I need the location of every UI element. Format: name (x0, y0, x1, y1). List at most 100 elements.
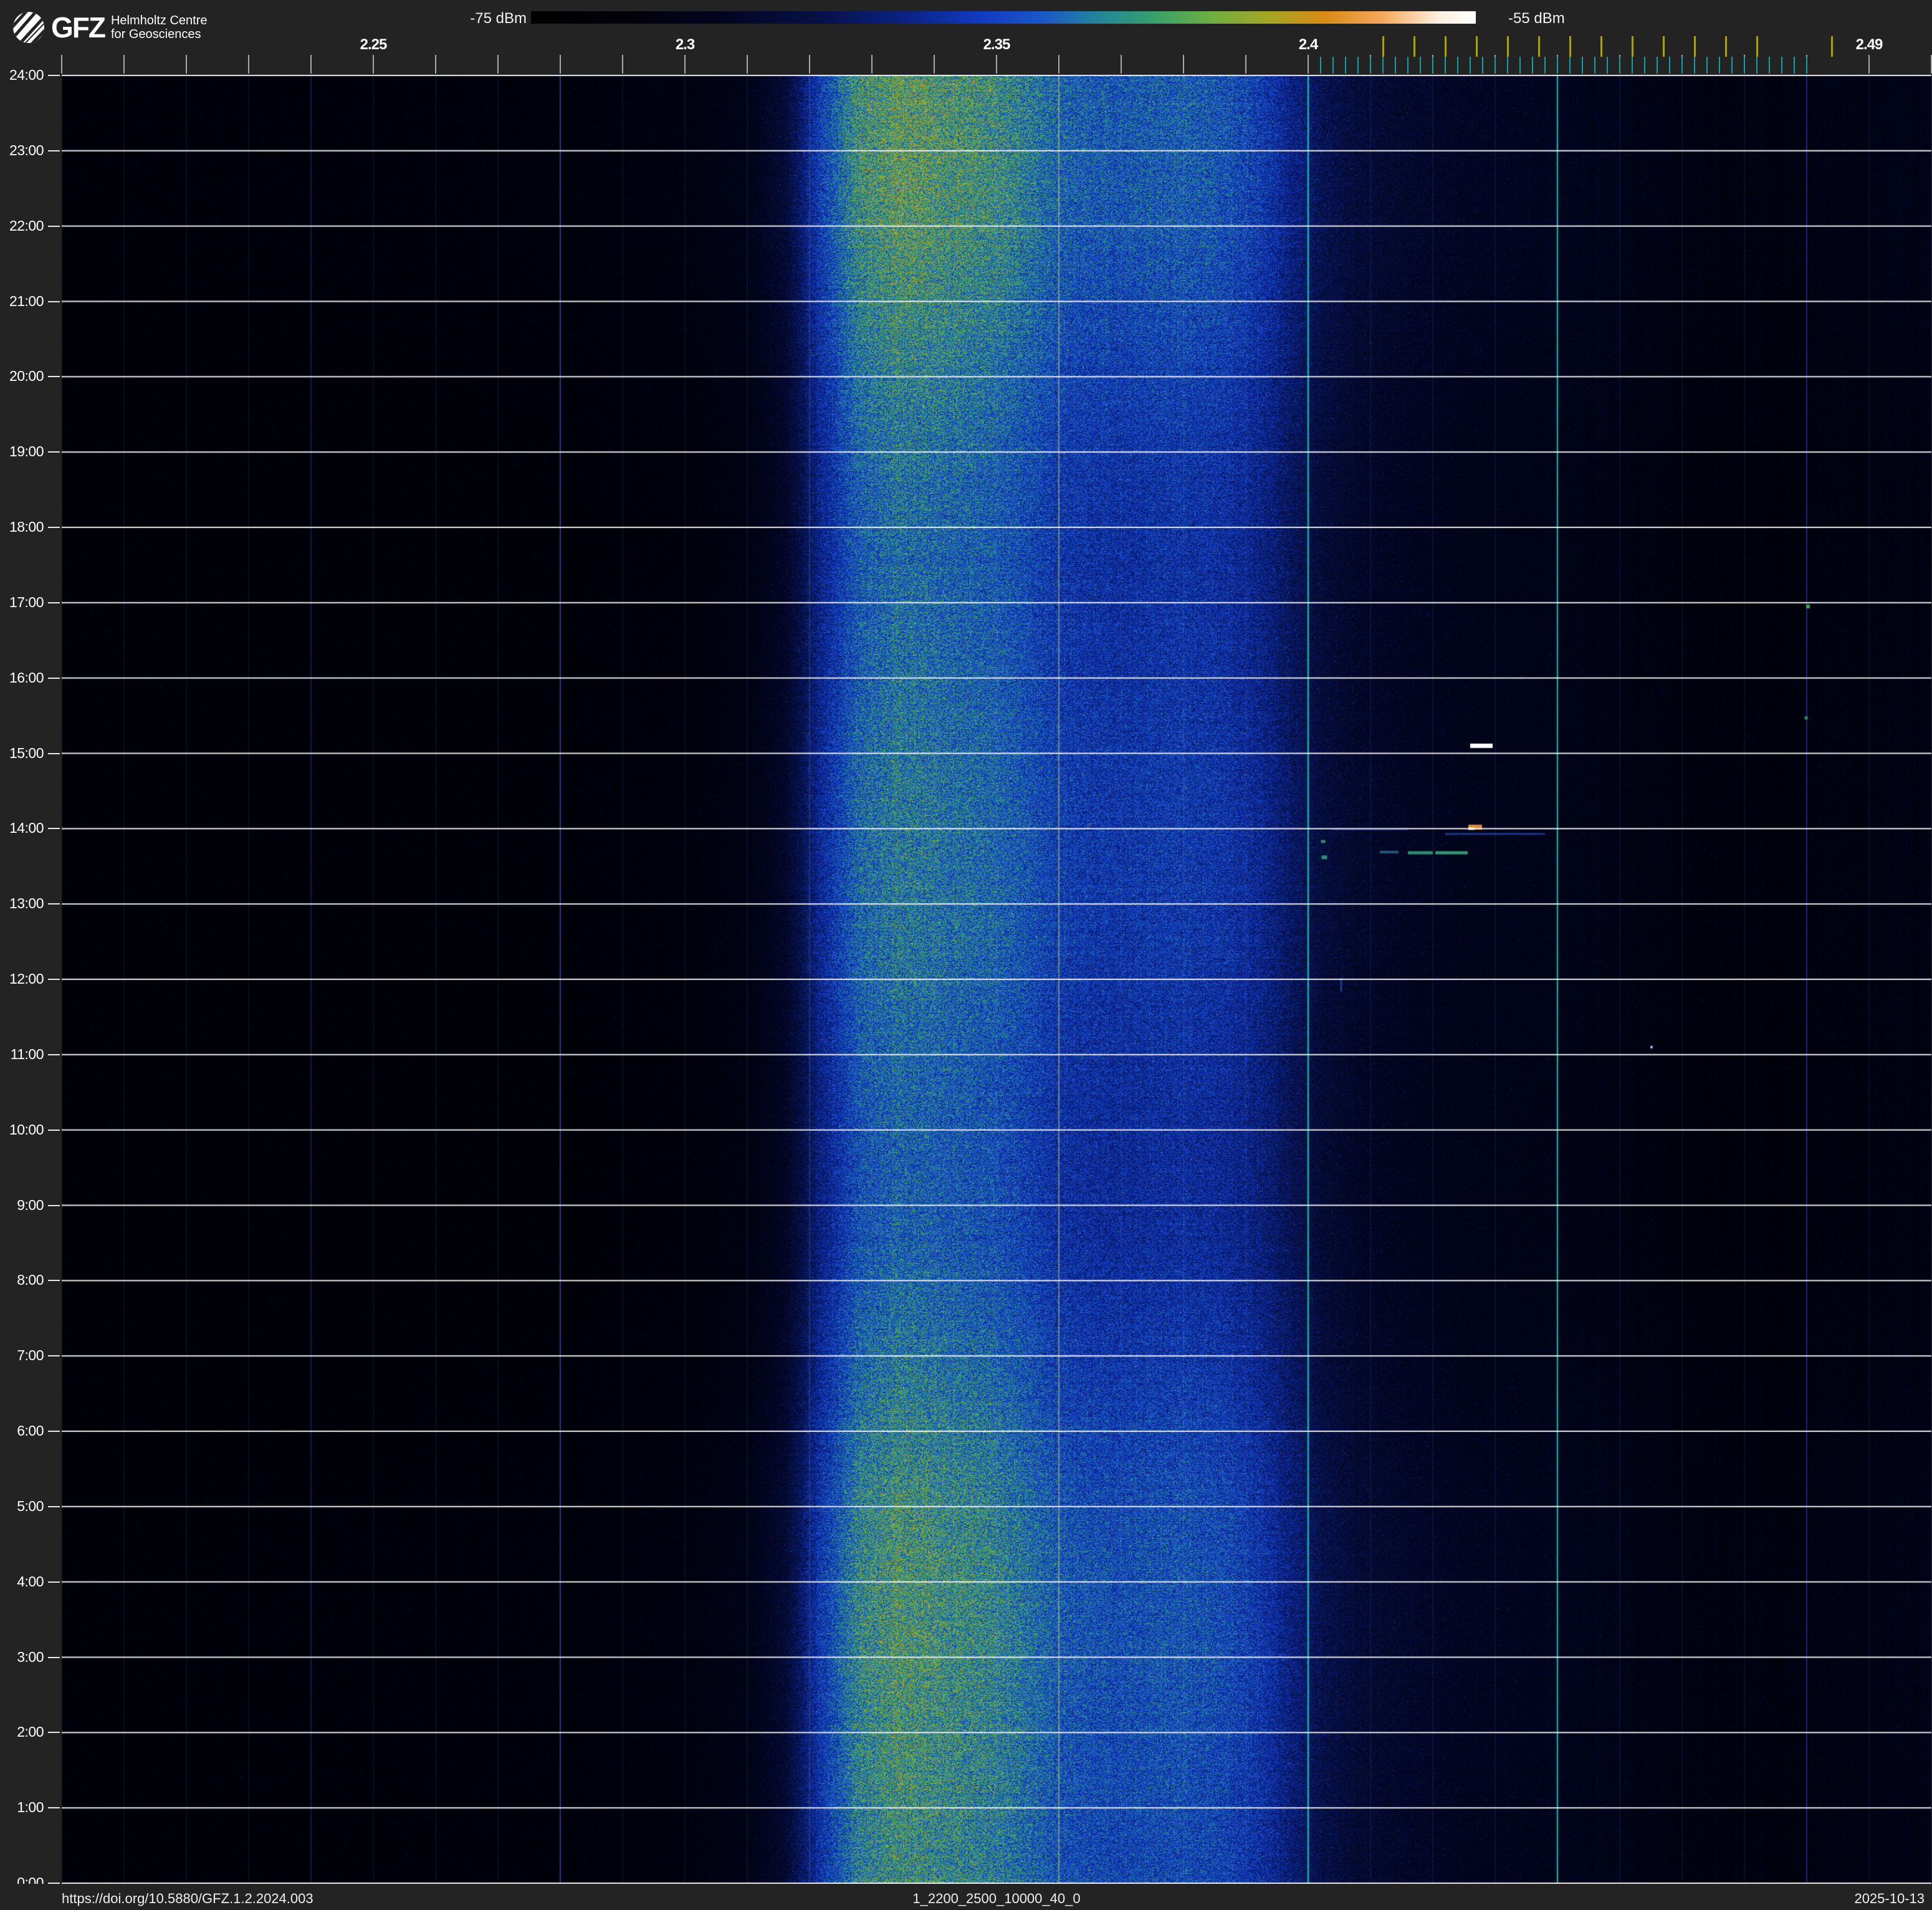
wifi-channel-tick (1537, 36, 1540, 57)
ble-channel-tick (1794, 57, 1795, 74)
time-tick-label: 17:00 (9, 593, 44, 610)
freq-tick (497, 55, 499, 74)
time-tick-label: 8:00 (17, 1272, 44, 1289)
time-tick-dash (48, 1431, 60, 1432)
time-tick-label: 12:00 (9, 970, 44, 987)
freq-tick (61, 55, 62, 74)
ble-channel-tick (1407, 57, 1408, 74)
time-tick-label: 13:00 (9, 895, 44, 912)
wifi-channel-tick (1413, 36, 1415, 57)
spectrogram-page: GFZ Helmholtz Centre for Geosciences -75… (0, 0, 1932, 1910)
time-tick-label: 21:00 (9, 292, 44, 309)
frequency-axis: 2.25 2.3 2.35 2.4 2.49 (0, 0, 1932, 75)
time-tick-dash (48, 150, 60, 151)
ble-channel-tick (1345, 57, 1346, 74)
time-tick-dash (48, 1732, 60, 1734)
ble-channel-tick (1332, 57, 1334, 74)
ble-channel-tick (1494, 57, 1496, 74)
time-tick-dash (48, 677, 60, 679)
time-tick-label: 20:00 (9, 368, 44, 385)
time-tick-label: 16:00 (9, 669, 44, 686)
time-tick-dash (48, 828, 60, 830)
time-tick-dash (48, 1656, 60, 1658)
freq-tick (747, 55, 748, 74)
ble-channel-tick (1432, 57, 1433, 74)
ble-channel-tick (1719, 57, 1720, 74)
time-tick-dash (48, 979, 60, 980)
ble-channel-tick (1557, 57, 1558, 74)
time-tick-label: 7:00 (17, 1347, 44, 1364)
freq-tick (934, 55, 935, 74)
ble-channel-tick (1706, 57, 1708, 74)
time-tick-label: 1:00 (17, 1799, 44, 1816)
ble-channel-tick (1619, 57, 1620, 74)
footer-bar: https://doi.org/10.5880/GFZ.1.2.2024.003… (0, 1884, 1932, 1910)
ble-channel-tick (1457, 57, 1458, 74)
freq-tick-label: 2.49 (1855, 36, 1883, 53)
ble-channel-tick (1470, 57, 1471, 74)
freq-tick (123, 55, 125, 74)
date-label: 2025-10-13 (1854, 1891, 1925, 1906)
wifi-channel-tick (1724, 36, 1727, 57)
wifi-channel-tick (1382, 36, 1384, 57)
ble-channel-tick (1544, 57, 1546, 74)
time-tick-label: 10:00 (9, 1121, 44, 1138)
time-tick-dash (48, 1204, 60, 1206)
ble-channel-tick (1769, 57, 1770, 74)
time-tick-label: 9:00 (17, 1196, 44, 1213)
time-tick-label: 3:00 (17, 1648, 44, 1665)
ble-channel-tick (1781, 57, 1782, 74)
freq-tick (248, 55, 249, 74)
time-tick-dash (48, 1053, 60, 1055)
wifi-channel-tick (1569, 36, 1571, 57)
time-tick-dash (48, 1505, 60, 1507)
freq-tick (1183, 55, 1184, 74)
time-tick-dash (48, 1581, 60, 1583)
freq-tick-label: 2.25 (360, 36, 388, 53)
ble-channel-tick (1657, 57, 1658, 74)
freq-tick (1308, 55, 1309, 74)
time-tick-dash (48, 1129, 60, 1131)
freq-tick (809, 55, 810, 74)
time-tick-dash (48, 225, 60, 227)
freq-tick (1245, 55, 1246, 74)
wifi-channel-tick (1600, 36, 1602, 57)
time-tick-dash (48, 451, 60, 453)
freq-tick (1058, 55, 1059, 74)
ble-channel-tick (1632, 57, 1633, 74)
wifi-channel-tick (1444, 36, 1447, 57)
time-tick-label: 5:00 (17, 1497, 44, 1514)
ble-channel-tick (1482, 57, 1483, 74)
time-tick-label: 2:00 (17, 1724, 44, 1740)
time-tick-dash (48, 1355, 60, 1357)
freq-tick (871, 55, 873, 74)
ble-channel-tick (1582, 57, 1583, 74)
wifi-channel-tick (1475, 36, 1478, 57)
ble-channel-tick (1644, 57, 1645, 74)
time-tick-label: 6:00 (17, 1422, 44, 1439)
ble-channel-tick (1744, 57, 1745, 74)
freq-tick (996, 55, 997, 74)
ble-channel-tick (1395, 57, 1396, 74)
spectrogram-heatmap (62, 75, 1931, 1884)
ble-channel-tick (1519, 57, 1521, 74)
dataset-id-label: 1_2200_2500_10000_40_0 (912, 1891, 1081, 1906)
freq-tick-label: 2.3 (675, 36, 695, 53)
ble-channel-tick (1694, 57, 1695, 74)
ble-channel-tick (1532, 57, 1533, 74)
time-tick-label: 11:00 (10, 1045, 44, 1062)
time-tick-label: 4:00 (17, 1573, 44, 1590)
freq-tick (622, 55, 623, 74)
ble-channel-tick (1669, 57, 1670, 74)
ble-channel-tick (1569, 57, 1571, 74)
ble-channel-tick (1681, 57, 1683, 74)
freq-tick (684, 55, 686, 74)
wifi-channel-tick (1631, 36, 1633, 57)
time-tick-label: 24:00 (9, 66, 44, 83)
freq-tick-label: 2.35 (983, 36, 1011, 53)
time-tick-dash (48, 752, 60, 754)
wifi-channel-tick (1506, 36, 1509, 57)
ble-channel-tick (1357, 57, 1359, 74)
ble-channel-tick (1382, 57, 1384, 74)
ble-channel-tick (1445, 57, 1446, 74)
